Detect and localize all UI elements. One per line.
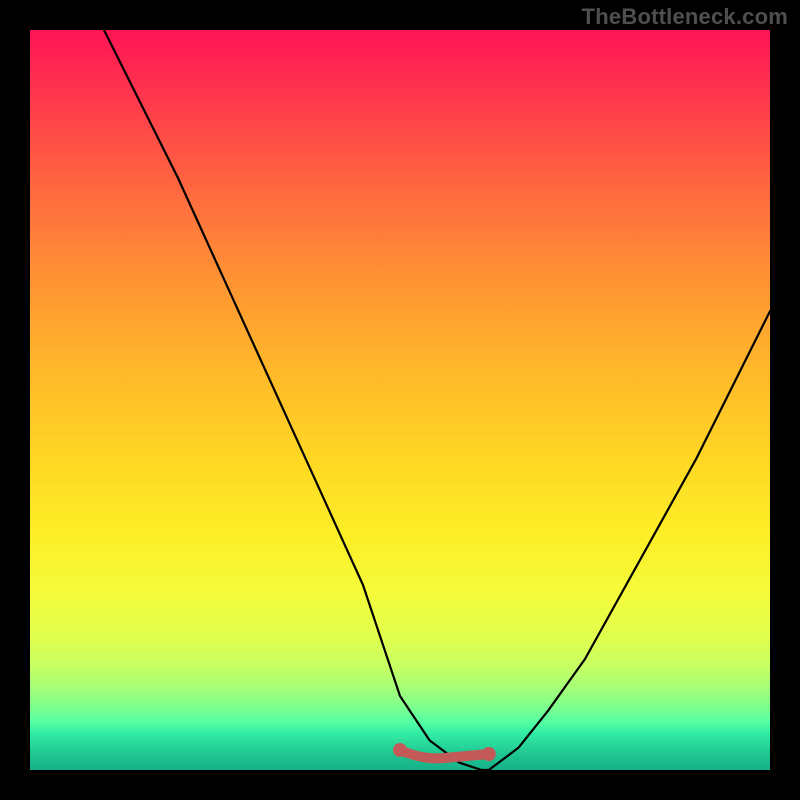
attribution-label: TheBottleneck.com <box>582 4 788 30</box>
plot-area <box>30 30 770 770</box>
curve-overlay <box>30 30 770 770</box>
bottleneck-curve <box>104 30 770 770</box>
optimal-range-start-dot <box>393 743 407 757</box>
chart-frame: TheBottleneck.com <box>0 0 800 800</box>
optimal-range-end-dot <box>482 747 496 761</box>
